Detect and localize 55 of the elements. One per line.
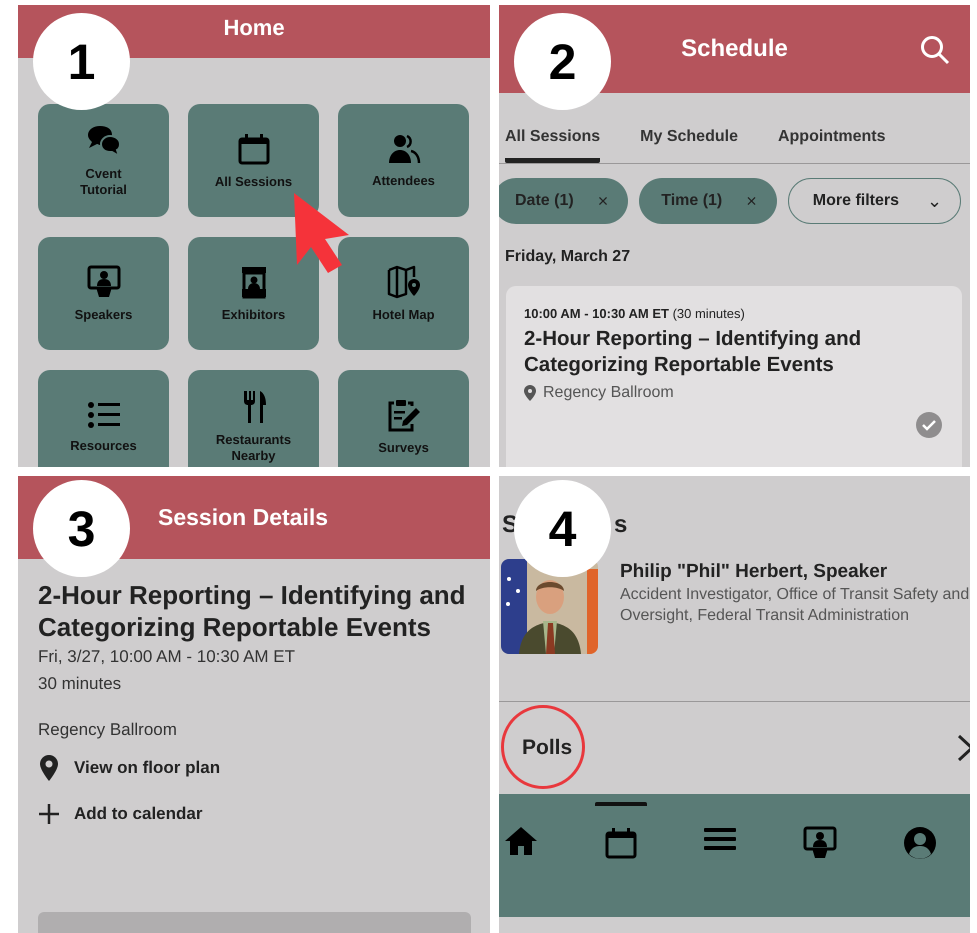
people-icon <box>386 132 420 164</box>
search-icon <box>920 35 950 65</box>
calendar-icon <box>236 132 270 166</box>
chevron-icon: ⌄ <box>926 190 942 212</box>
filter-chip[interactable]: Date (1) × <box>499 178 628 224</box>
menu-tile[interactable]: Speakers <box>38 237 169 350</box>
screen-title: Session Details <box>158 504 328 531</box>
home-icon <box>504 826 538 856</box>
menu-tile[interactable]: Restaurants Nearby <box>188 370 319 467</box>
session-time: 10:00 AM - 10:30 AM ET (30 minutes) <box>524 306 746 321</box>
presenter-icon <box>802 826 838 860</box>
clipboard-icon <box>386 398 420 432</box>
add-calendar-button[interactable]: Add to calendar <box>38 803 202 825</box>
pin-icon <box>524 385 536 401</box>
list-icon <box>86 400 120 430</box>
filter-chip[interactable]: Time (1) × <box>639 178 777 224</box>
session-title: 2-Hour Reporting – Identifying and Categorizing Reportable Events <box>38 579 467 643</box>
date-heading: Friday, March 27 <box>505 248 632 266</box>
polls-label: Polls <box>522 736 572 760</box>
presenter-icon <box>86 264 122 298</box>
screen-title: Home <box>223 15 285 41</box>
session-card[interactable]: 10:00 AM - 10:30 AM ET (30 minutes) 2-Hour Reporting – Identifying and Categorizing Reportable Events Regency Ballroom <box>506 286 962 467</box>
tab[interactable]: My Schedule <box>640 125 738 163</box>
pin-icon <box>38 755 60 781</box>
plus-icon <box>38 803 60 825</box>
tab[interactable]: All Sessions <box>505 125 600 163</box>
menu-tile[interactable]: Resources <box>38 370 169 467</box>
menu-icon <box>703 826 738 852</box>
check-icon[interactable] <box>916 412 942 438</box>
remove-icon: × <box>598 190 608 212</box>
filter-dropdown[interactable]: More filters ⌄ <box>788 178 961 224</box>
remove-icon: × <box>746 190 757 212</box>
session-title: 2-Hour Reporting – Identifying and Categorizing Reportable Events <box>524 326 862 378</box>
search-button[interactable] <box>920 35 950 65</box>
section-heading: s <box>614 511 628 539</box>
map-icon <box>386 264 422 298</box>
menu-tile[interactable]: Surveys <box>338 370 469 467</box>
speaker-name: Philip "Phil" Herbert, Speaker <box>620 561 888 583</box>
session-duration: 30 minutes <box>38 673 122 695</box>
calendar-icon <box>604 826 638 860</box>
menu-tile[interactable]: All Sessions <box>188 104 319 217</box>
profile-icon <box>903 826 938 860</box>
tab[interactable]: Appointments <box>778 125 886 163</box>
session-date: Fri, 3/27, 10:00 AM - 10:30 AM ET <box>38 646 296 668</box>
menu-tile[interactable]: Exhibitors <box>188 237 319 350</box>
step-number: 4 <box>514 480 611 577</box>
menu-tile[interactable]: Cvent Tutorial <box>38 104 169 217</box>
floor-plan-link[interactable]: View on floor plan <box>38 755 220 781</box>
session-location: Regency Ballroom <box>543 384 674 402</box>
session-location: Regency Ballroom <box>38 719 178 741</box>
screen-title: Schedule <box>681 35 788 63</box>
menu-tile[interactable]: Attendees <box>338 104 469 217</box>
menu-tile[interactable]: Hotel Map <box>338 237 469 350</box>
chevron-right-icon <box>956 734 970 762</box>
speaker-title: Accident Investigator, Office of Transit Safety and Oversight, Federal Transit Administration <box>620 585 970 626</box>
